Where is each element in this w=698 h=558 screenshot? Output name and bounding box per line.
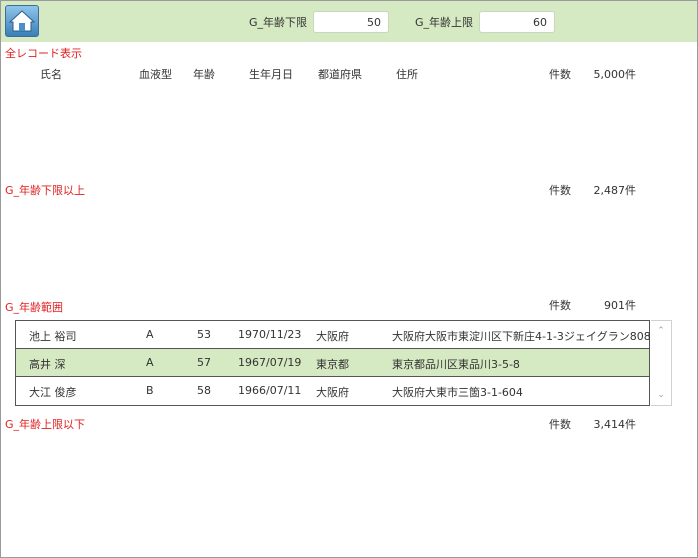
header-name: 氏名 — [40, 68, 62, 81]
window-frame — [0, 0, 698, 558]
age-upper-label: G_年齢上限 — [415, 16, 474, 29]
header-address: 住所 — [396, 68, 418, 81]
age-lower-section-label: G_年齢下限以上 — [5, 184, 86, 197]
lower-count-label: 件数 — [549, 184, 571, 197]
scroll-up-icon[interactable]: ⌃ — [651, 323, 671, 339]
header-birthdate: 生年月日 — [249, 68, 293, 81]
portal-scrollbar[interactable]: ⌃ ⌄ — [651, 320, 672, 406]
home-button[interactable] — [5, 5, 39, 37]
header-blood-type: 血液型 — [139, 68, 172, 81]
cell-address: 大阪府大阪市東淀川区下新庄4-1-3ジェイグラン808 — [392, 330, 651, 343]
all-count-value: 5,000件 — [593, 68, 637, 81]
cell-address: 東京都品川区東品川3-5-8 — [392, 358, 520, 371]
home-icon — [9, 10, 35, 32]
cell-age: 57 — [197, 356, 211, 369]
age-lower-input[interactable]: 50 — [313, 11, 389, 33]
cell-blood-type: B — [146, 384, 154, 397]
cell-blood-type: A — [146, 328, 154, 341]
header-age: 年齢 — [193, 68, 215, 81]
cell-name: 大江 俊彦 — [29, 386, 77, 399]
cell-name: 高井 深 — [29, 358, 66, 371]
all-count-label: 件数 — [549, 68, 571, 81]
range-count-value: 901件 — [604, 299, 636, 312]
cell-birthdate: 1967/07/19 — [238, 356, 302, 369]
table-row[interactable]: 大江 俊彦 B 58 1966/07/11 大阪府 大阪府大東市三箇3-1-60… — [16, 377, 649, 405]
cell-prefecture: 大阪府 — [316, 330, 349, 343]
all-records-label: 全レコード表示 — [5, 47, 82, 60]
range-count-label: 件数 — [549, 299, 571, 312]
cell-address: 大阪府大東市三箇3-1-604 — [392, 386, 523, 399]
cell-name: 池上 裕司 — [29, 330, 77, 343]
toolbar: G_年齢下限 50 G_年齢上限 60 — [1, 1, 697, 42]
age-upper-section-label: G_年齢上限以下 — [5, 418, 86, 431]
age-range-section-label: G_年齢範囲 — [5, 301, 64, 314]
cell-birthdate: 1970/11/23 — [238, 328, 302, 341]
cell-prefecture: 大阪府 — [316, 386, 349, 399]
upper-count-label: 件数 — [549, 418, 571, 431]
cell-age: 53 — [197, 328, 211, 341]
table-row-selected[interactable]: 高井 深 A 57 1967/07/19 東京都 東京都品川区東品川3-5-8 — [16, 349, 649, 377]
records-portal[interactable]: 池上 裕司 A 53 1970/11/23 大阪府 大阪府大阪市東淀川区下新庄4… — [15, 320, 651, 406]
table-row[interactable]: 池上 裕司 A 53 1970/11/23 大阪府 大阪府大阪市東淀川区下新庄4… — [16, 321, 651, 349]
cell-blood-type: A — [146, 356, 154, 369]
age-upper-input[interactable]: 60 — [479, 11, 555, 33]
upper-count-value: 3,414件 — [593, 418, 637, 431]
header-prefecture: 都道府県 — [318, 68, 362, 81]
cell-birthdate: 1966/07/11 — [238, 384, 302, 397]
cell-prefecture: 東京都 — [316, 358, 349, 371]
scroll-down-icon[interactable]: ⌄ — [651, 387, 671, 403]
cell-age: 58 — [197, 384, 211, 397]
age-lower-label: G_年齢下限 — [249, 16, 308, 29]
lower-count-value: 2,487件 — [593, 184, 637, 197]
